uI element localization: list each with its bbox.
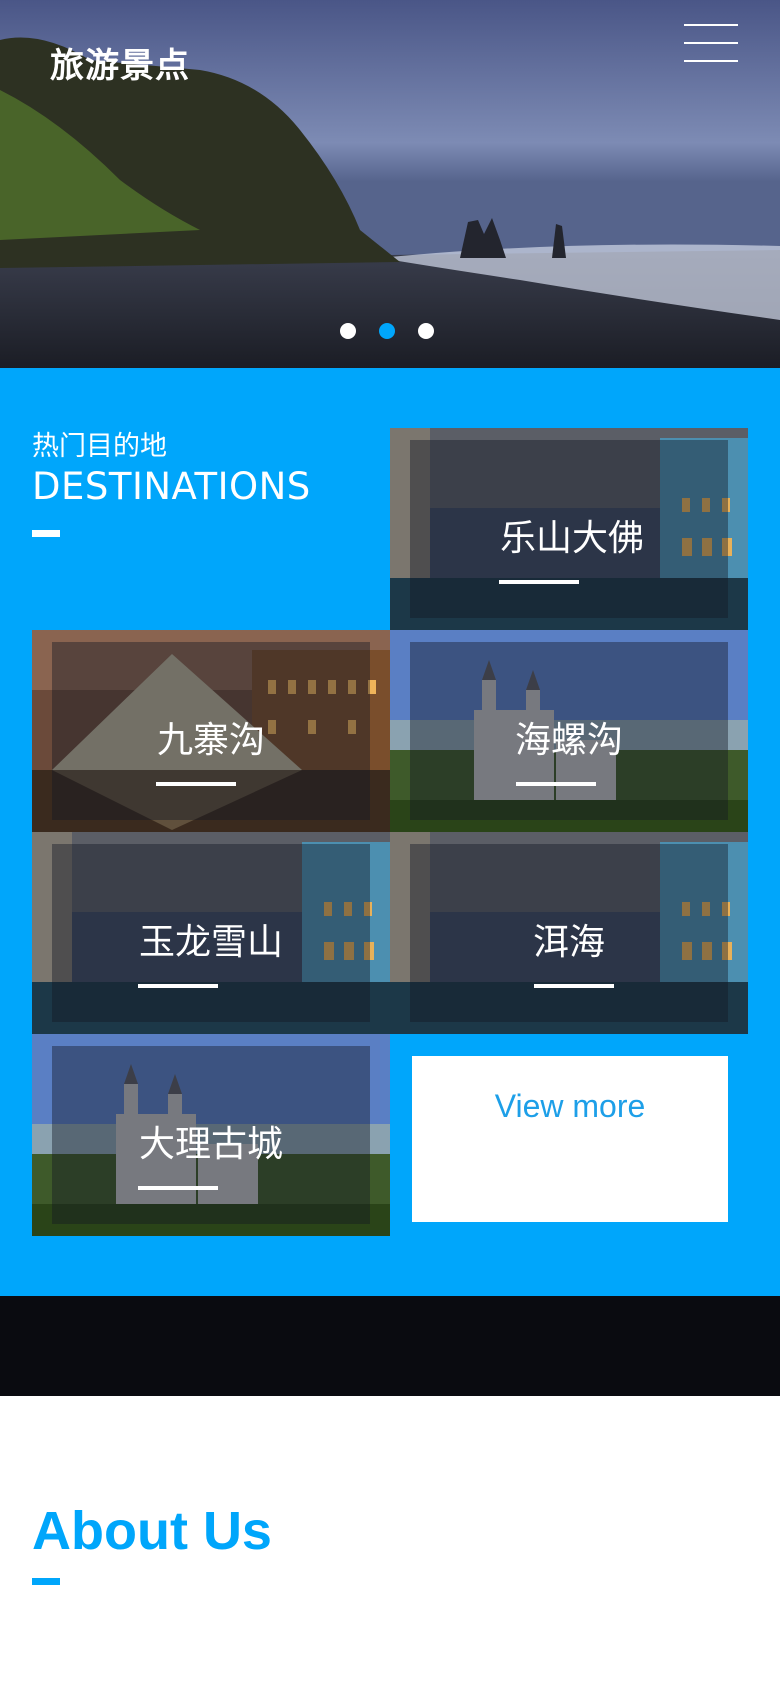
- tile-underline: [156, 782, 236, 786]
- tile-label: 大理古城: [138, 1124, 283, 1165]
- destination-tile[interactable]: 海螺沟: [390, 630, 748, 832]
- tile-label: 洱海: [532, 922, 605, 963]
- about-title: About Us: [32, 1501, 272, 1561]
- site-logo[interactable]: 旅游景点: [50, 38, 190, 87]
- tile-underline: [516, 782, 596, 786]
- tile-label: 乐山大佛: [499, 518, 644, 559]
- destinations-heading: 热门目的地 DESTINATIONS: [32, 430, 311, 537]
- destination-tile[interactable]: 大理古城: [32, 1034, 390, 1236]
- dark-divider-strip: [0, 1296, 780, 1396]
- carousel-indicators: [340, 323, 434, 339]
- carousel-dot-3[interactable]: [418, 323, 434, 339]
- heading-underline: [32, 530, 60, 537]
- hero-banner: 旅游景点: [0, 0, 780, 368]
- carousel-dot-2[interactable]: [379, 323, 395, 339]
- tile-label: 海螺沟: [514, 720, 623, 761]
- destination-tile[interactable]: 九寨沟: [32, 630, 390, 832]
- tile-label: 九寨沟: [156, 720, 265, 761]
- view-more-button[interactable]: View more: [412, 1056, 728, 1222]
- tile-underline: [138, 1186, 218, 1190]
- destinations-title-en: DESTINATIONS: [32, 465, 311, 508]
- tile-underline: [534, 984, 614, 988]
- hamburger-menu-icon[interactable]: [684, 24, 738, 64]
- tile-underline: [499, 580, 579, 584]
- destinations-section: 热门目的地 DESTINATIONS 乐山大佛 九寨沟 海螺沟 玉龙雪山 洱海 …: [0, 368, 780, 1296]
- carousel-dot-1[interactable]: [340, 323, 356, 339]
- tile-underline: [138, 984, 218, 988]
- destination-tile[interactable]: 洱海: [390, 832, 748, 1034]
- destination-tile[interactable]: 乐山大佛: [390, 428, 748, 630]
- view-more-label: View more: [494, 1088, 646, 1124]
- tile-label: 玉龙雪山: [138, 922, 283, 963]
- destinations-title-cn: 热门目的地: [32, 431, 167, 462]
- destination-tile[interactable]: 玉龙雪山: [32, 832, 390, 1034]
- about-underline: [32, 1578, 60, 1585]
